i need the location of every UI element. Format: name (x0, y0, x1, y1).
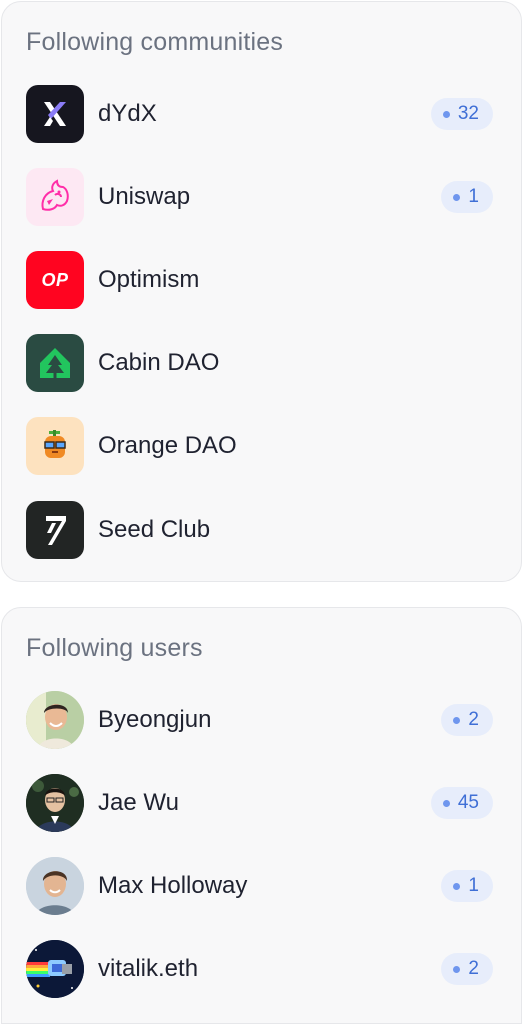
community-item-cabin-dao[interactable]: Cabin DAO (26, 333, 493, 393)
user-item-max-holloway[interactable]: Max Holloway 1 (26, 856, 493, 916)
user-item-jae-wu[interactable]: Jae Wu 45 (26, 773, 493, 833)
orange-dao-logo-icon (26, 417, 84, 475)
user-avatar (26, 940, 84, 998)
badge-count: 1 (468, 875, 479, 896)
count-badge: 1 (441, 870, 493, 902)
user-name: Jae Wu (98, 789, 179, 816)
community-name: Cabin DAO (98, 349, 220, 376)
user-avatar (26, 774, 84, 832)
community-item-seed-club[interactable]: Seed Club (26, 500, 493, 560)
communities-title: Following communities (26, 28, 284, 56)
community-name: Orange DAO (98, 432, 237, 459)
badge-count: 32 (457, 103, 479, 124)
cabin-dao-logo-icon (26, 334, 84, 392)
user-avatar (26, 857, 84, 915)
user-item-vitalik-eth[interactable]: vitalik.eth 2 (26, 939, 493, 999)
community-item-orange-dao[interactable]: Orange DAO (26, 416, 493, 476)
community-item-uniswap[interactable]: Uniswap 1 (26, 167, 493, 227)
count-badge: 32 (430, 98, 493, 130)
community-name: Optimism (98, 266, 200, 293)
community-item-optimism[interactable]: OP Optimism (26, 250, 493, 310)
user-avatar (26, 691, 84, 749)
following-communities-card: Following communities dYdX 32 Uniswap 1 … (1, 1, 522, 582)
badge-count: 2 (468, 709, 479, 730)
badge-dot-icon (442, 110, 450, 118)
count-badge: 2 (441, 953, 493, 985)
seed-club-logo-icon (26, 501, 84, 559)
badge-dot-icon (453, 193, 461, 201)
users-title: Following users (26, 634, 203, 662)
community-name: dYdX (98, 100, 157, 127)
user-name: Max Holloway (98, 872, 248, 899)
badge-count: 45 (457, 792, 479, 813)
badge-dot-icon (453, 965, 461, 973)
dydx-logo-icon (26, 85, 84, 143)
user-item-byeongjun[interactable]: Byeongjun 2 (26, 690, 493, 750)
badge-dot-icon (453, 716, 461, 724)
count-badge: 2 (441, 704, 493, 736)
community-item-dydx[interactable]: dYdX 32 (26, 84, 493, 144)
badge-count: 2 (468, 958, 479, 979)
count-badge: 1 (441, 181, 493, 213)
badge-dot-icon (442, 799, 450, 807)
badge-count: 1 (468, 186, 479, 207)
user-name: Byeongjun (98, 706, 212, 733)
following-users-card: Following users Byeongjun 2 Jae Wu 45 Ma… (1, 607, 522, 1024)
user-name: vitalik.eth (98, 955, 199, 982)
optimism-logo-text: OP (41, 269, 69, 290)
optimism-logo-icon: OP (26, 251, 84, 309)
badge-dot-icon (453, 882, 461, 890)
community-name: Seed Club (98, 516, 211, 543)
count-badge: 45 (430, 787, 493, 819)
uniswap-logo-icon (26, 168, 84, 226)
community-name: Uniswap (98, 183, 191, 210)
